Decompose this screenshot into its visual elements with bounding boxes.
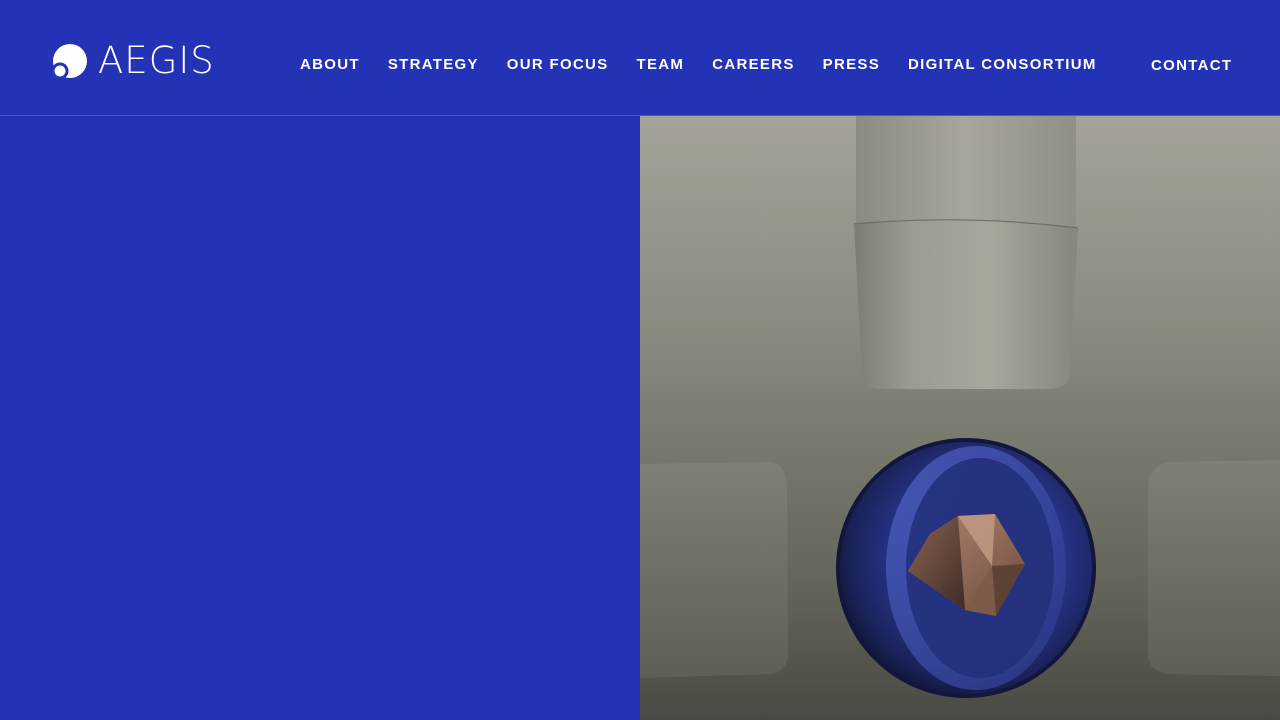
contact-link[interactable]: CONTACT [1151,54,1232,78]
hero-image [640,116,1280,720]
aegis-logo-icon [52,44,87,79]
page: AEGIS ABOUT STRATEGY OUR FOCUS TEAM CARE… [0,0,1280,720]
nav-link-strategy[interactable]: STRATEGY [388,53,479,77]
nav-link-team[interactable]: TEAM [637,53,685,77]
brand-name: AEGIS [98,39,215,82]
nav-link-digital-consortium[interactable]: DIGITAL CONSORTIUM [908,53,1097,77]
nav-link-press[interactable]: PRESS [823,53,880,77]
brand-logo-link[interactable]: AEGIS [52,42,215,80]
hero-render-illustration [640,116,1280,720]
site-header: AEGIS ABOUT STRATEGY OUR FOCUS TEAM CARE… [0,0,1280,116]
hero-text-panel [0,116,640,720]
nav-link-about[interactable]: ABOUT [300,53,360,77]
main-nav: ABOUT STRATEGY OUR FOCUS TEAM CAREERS PR… [300,53,1097,77]
nav-link-careers[interactable]: CAREERS [712,53,794,77]
nav-link-our-focus[interactable]: OUR FOCUS [507,53,609,77]
